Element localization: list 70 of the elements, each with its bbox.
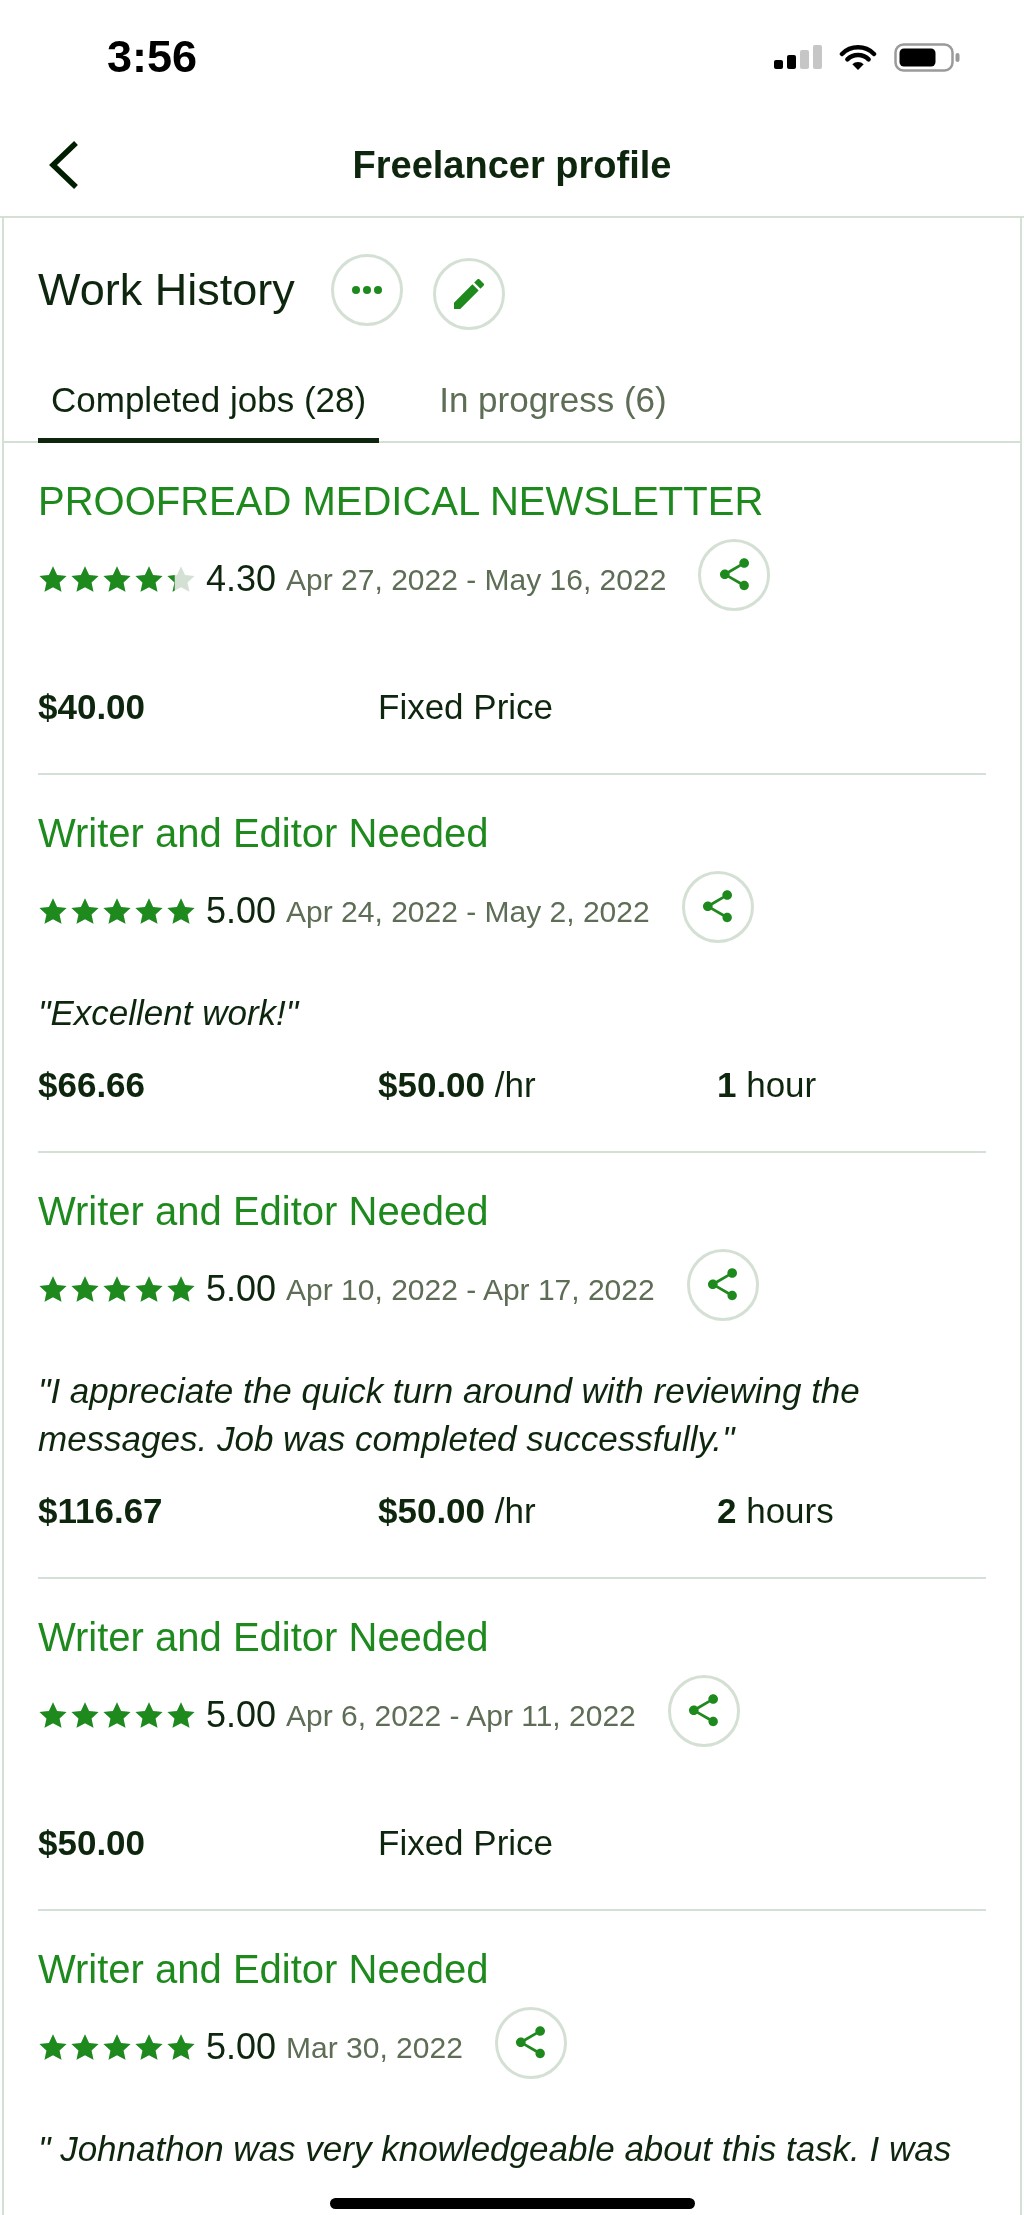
star-icon [134, 898, 164, 924]
battery-icon [894, 42, 960, 72]
star-icon [166, 898, 196, 924]
rating-value: 5.00 [206, 1694, 277, 1736]
star-icon [134, 566, 164, 592]
star-icon [134, 1702, 164, 1728]
feedback-quote: "I appreciate the quick turn around with reviewing the messages. Job was completed successfully." [38, 1370, 861, 1460]
star-icon [166, 1702, 196, 1728]
earned-amount: $66.66 [38, 1064, 146, 1106]
signal-icon [774, 45, 822, 69]
star-icon [38, 1702, 68, 1728]
job-title-link[interactable]: Writer and Editor Needed [38, 1945, 489, 1993]
date-range: Apr 24, 2022 - May 2, 2022 [286, 894, 650, 930]
date-range: Apr 10, 2022 - Apr 17, 2022 [286, 1272, 655, 1308]
tab[interactable]: Completed jobs (28) [38, 362, 380, 443]
star-icon [166, 566, 196, 592]
job-title-link[interactable]: PROOFREAD MEDICAL NEWSLETTER [38, 477, 764, 525]
job-title-link[interactable]: Writer and Editor Needed [38, 1613, 489, 1661]
back-button[interactable] [48, 140, 80, 190]
star-icon [38, 1276, 68, 1302]
star-icon [70, 898, 100, 924]
star-icon [102, 1702, 132, 1728]
feedback-quote: "Excellent work!" [38, 992, 301, 1034]
star-icon [102, 566, 132, 592]
star-icon [166, 2034, 196, 2060]
earned-amount: $50.00 [38, 1822, 146, 1864]
job-title-link[interactable]: Writer and Editor Needed [38, 809, 489, 857]
tab[interactable]: In progress (6) [426, 362, 680, 443]
star-icon [38, 2034, 68, 2060]
chevron-left-icon [48, 140, 80, 190]
star-icon [70, 1702, 100, 1728]
rate-text: Fixed Price [378, 686, 554, 728]
share-icon [703, 890, 733, 924]
share-icon [719, 558, 749, 592]
duration-text: 2 hours [717, 1490, 834, 1532]
rate-text: $50.00 /hr [378, 1064, 536, 1106]
star-icon [134, 1276, 164, 1302]
share-icon [516, 2026, 546, 2060]
rating-value: 5.00 [206, 890, 277, 932]
star-icon [70, 566, 100, 592]
rating-value: 4.30 [206, 558, 277, 600]
wifi-icon [839, 43, 877, 71]
earned-amount: $40.00 [38, 686, 146, 728]
pencil-icon [453, 279, 484, 309]
star-icon [102, 2034, 132, 2060]
feedback-quote: " Johnathon was very knowledgeable about this task. I was [38, 2128, 953, 2170]
duration-text: 1 hour [717, 1064, 817, 1106]
star-icon [102, 1276, 132, 1302]
share-icon [708, 1268, 738, 1302]
section-title: Work History [38, 264, 295, 316]
job-title-link[interactable]: Writer and Editor Needed [38, 1187, 489, 1235]
star-icon [102, 898, 132, 924]
rate-text: Fixed Price [378, 1822, 554, 1864]
status-time: 3:56 [107, 31, 198, 83]
rating-value: 5.00 [206, 1268, 277, 1310]
star-icon [134, 2034, 164, 2060]
star-icon [38, 898, 68, 924]
star-icon [166, 1276, 196, 1302]
star-icon [70, 1276, 100, 1302]
rate-text: $50.00 /hr [378, 1490, 536, 1532]
earned-amount: $116.67 [38, 1490, 163, 1532]
date-range: Apr 27, 2022 - May 16, 2022 [286, 562, 667, 598]
star-icon [70, 2034, 100, 2060]
page-title: Freelancer profile [352, 143, 672, 188]
share-icon [689, 1694, 719, 1728]
date-range: Apr 6, 2022 - Apr 11, 2022 [286, 1698, 636, 1734]
ellipsis-icon [351, 286, 382, 294]
date-range: Mar 30, 2022 [286, 2030, 463, 2066]
star-icon [38, 566, 68, 592]
rating-value: 5.00 [206, 2026, 277, 2068]
